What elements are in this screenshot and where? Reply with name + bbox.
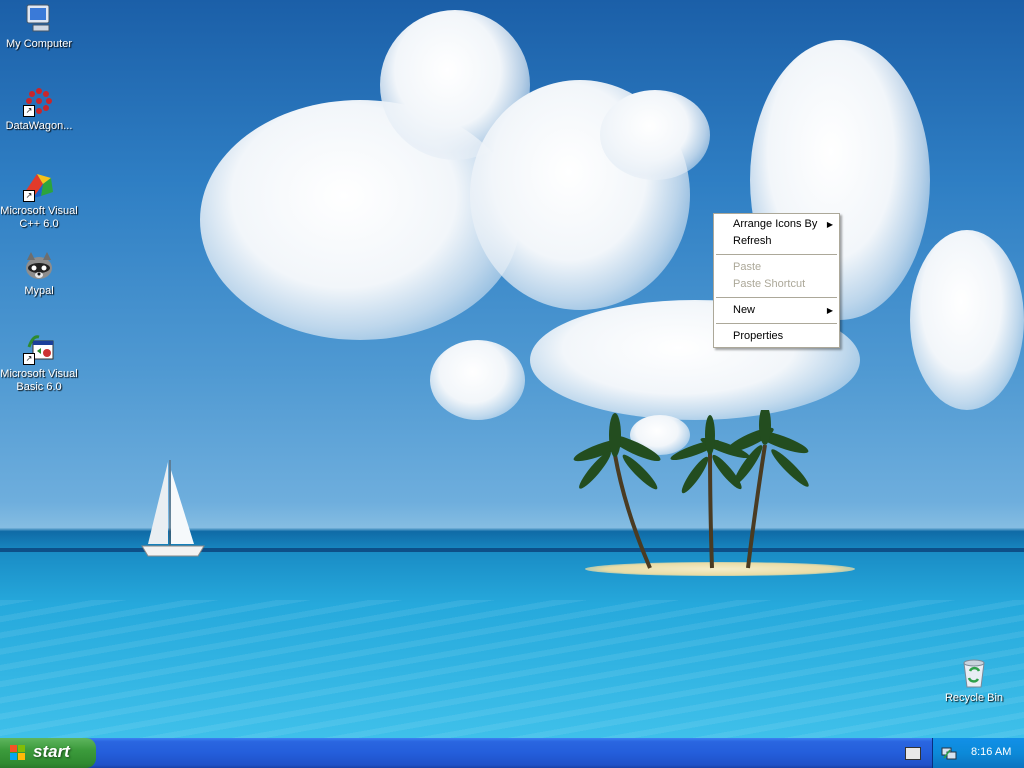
system-tray: 8:16 AM bbox=[932, 738, 1024, 768]
menu-item-label: Paste bbox=[733, 261, 762, 273]
cloud-decoration bbox=[600, 90, 710, 180]
menu-item-label: Arrange Icons By bbox=[733, 218, 818, 230]
submenu-arrow-icon: ▶ bbox=[826, 220, 833, 229]
desktop-icon-label: Microsoft Visual C++ 6.0 bbox=[0, 205, 78, 230]
menu-item-label: Refresh bbox=[733, 235, 772, 247]
water-shimmer bbox=[0, 600, 1024, 738]
start-label: start bbox=[33, 742, 70, 761]
recycle-bin-icon bbox=[958, 657, 990, 689]
desktop-icon-recycle-bin[interactable]: Recycle Bin bbox=[935, 657, 1013, 705]
start-button[interactable]: start bbox=[0, 738, 96, 768]
palm-trees-decoration bbox=[573, 410, 809, 569]
shortcut-arrow-icon: ↗ bbox=[23, 105, 35, 117]
menu-item-label: Paste Shortcut bbox=[733, 278, 806, 290]
submenu-arrow-icon: ▶ bbox=[826, 306, 833, 315]
visual-basic-icon: ↗ bbox=[23, 333, 55, 365]
desktop-icon-visual-basic[interactable]: ↗ Microsoft Visual Basic 6.0 bbox=[0, 333, 78, 394]
desktop-icon-label: Mypal bbox=[24, 285, 54, 297]
taskbar: start 8:16 AM bbox=[0, 738, 1024, 768]
network-icon[interactable] bbox=[941, 745, 957, 761]
menu-item-arrange-icons-by[interactable]: Arrange Icons By ▶ bbox=[714, 216, 839, 233]
desktop-icon-label: DataWagon... bbox=[5, 120, 73, 132]
menu-item-paste-shortcut: Paste Shortcut bbox=[714, 276, 839, 293]
desktop-context-menu: Arrange Icons By ▶ Refresh Paste Paste S… bbox=[713, 213, 840, 348]
menu-item-label: New bbox=[733, 304, 756, 316]
shortcut-arrow-icon: ↗ bbox=[23, 353, 35, 365]
taskbar-clock[interactable]: 8:16 AM bbox=[971, 746, 1011, 758]
my-computer-icon bbox=[23, 3, 55, 35]
keyboard-icon[interactable] bbox=[905, 747, 921, 760]
visual-cpp-icon: ↗ bbox=[23, 170, 55, 202]
menu-item-label: Properties bbox=[733, 330, 784, 342]
menu-separator bbox=[716, 254, 837, 255]
desktop-icon-label: Microsoft Visual Basic 6.0 bbox=[0, 368, 78, 393]
mypal-icon bbox=[23, 250, 55, 282]
menu-item-properties[interactable]: Properties bbox=[714, 328, 839, 345]
menu-item-paste: Paste bbox=[714, 259, 839, 276]
windows-flag-icon bbox=[10, 745, 26, 761]
shortcut-arrow-icon: ↗ bbox=[23, 190, 35, 202]
desktop-icon-my-computer[interactable]: My Computer bbox=[0, 3, 78, 51]
datawagon-icon: ↗ bbox=[23, 85, 55, 117]
desktop-icon-mypal[interactable]: Mypal bbox=[0, 250, 78, 298]
desktop-icon-label: My Computer bbox=[5, 38, 73, 50]
menu-separator bbox=[716, 323, 837, 324]
cloud-decoration bbox=[430, 340, 525, 420]
cloud-decoration bbox=[910, 230, 1024, 410]
desktop-icon-visual-cpp[interactable]: ↗ Microsoft Visual C++ 6.0 bbox=[0, 170, 78, 231]
menu-item-refresh[interactable]: Refresh bbox=[714, 233, 839, 250]
desktop[interactable]: My Computer ↗ DataWagon... ↗ Microsoft V… bbox=[0, 0, 1024, 738]
menu-item-new[interactable]: New ▶ bbox=[714, 302, 839, 319]
desktop-icon-datawagon[interactable]: ↗ DataWagon... bbox=[0, 85, 78, 133]
desktop-icon-label: Recycle Bin bbox=[944, 692, 1004, 704]
menu-separator bbox=[716, 297, 837, 298]
sailboat-decoration bbox=[140, 460, 206, 563]
